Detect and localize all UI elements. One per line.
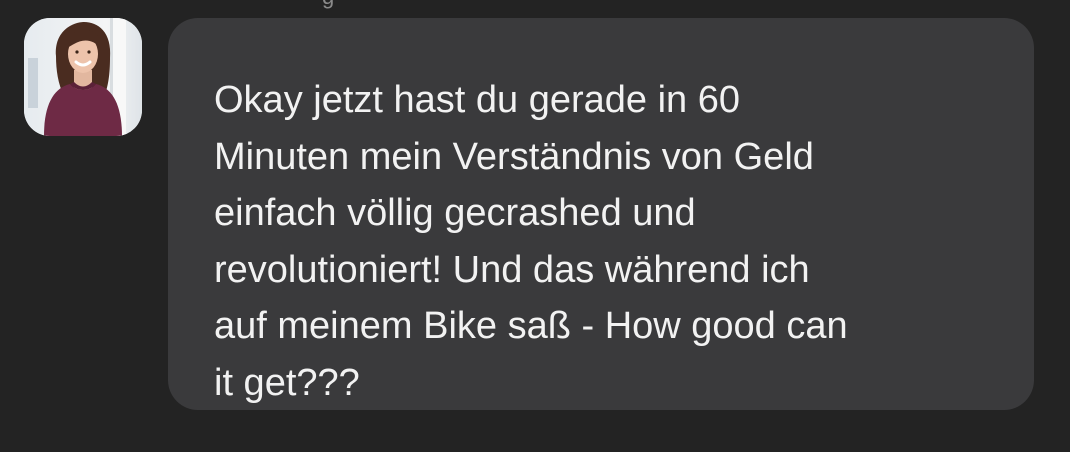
avatar-photo-icon [24, 18, 142, 136]
message-bubble[interactable]: Okay jetzt hast du gerade in 60 Minuten … [168, 18, 1034, 410]
previous-message-fragment: g [322, 0, 334, 8]
sender-avatar[interactable] [24, 18, 142, 136]
message-text: Okay jetzt hast du gerade in 60 Minuten … [214, 79, 848, 404]
